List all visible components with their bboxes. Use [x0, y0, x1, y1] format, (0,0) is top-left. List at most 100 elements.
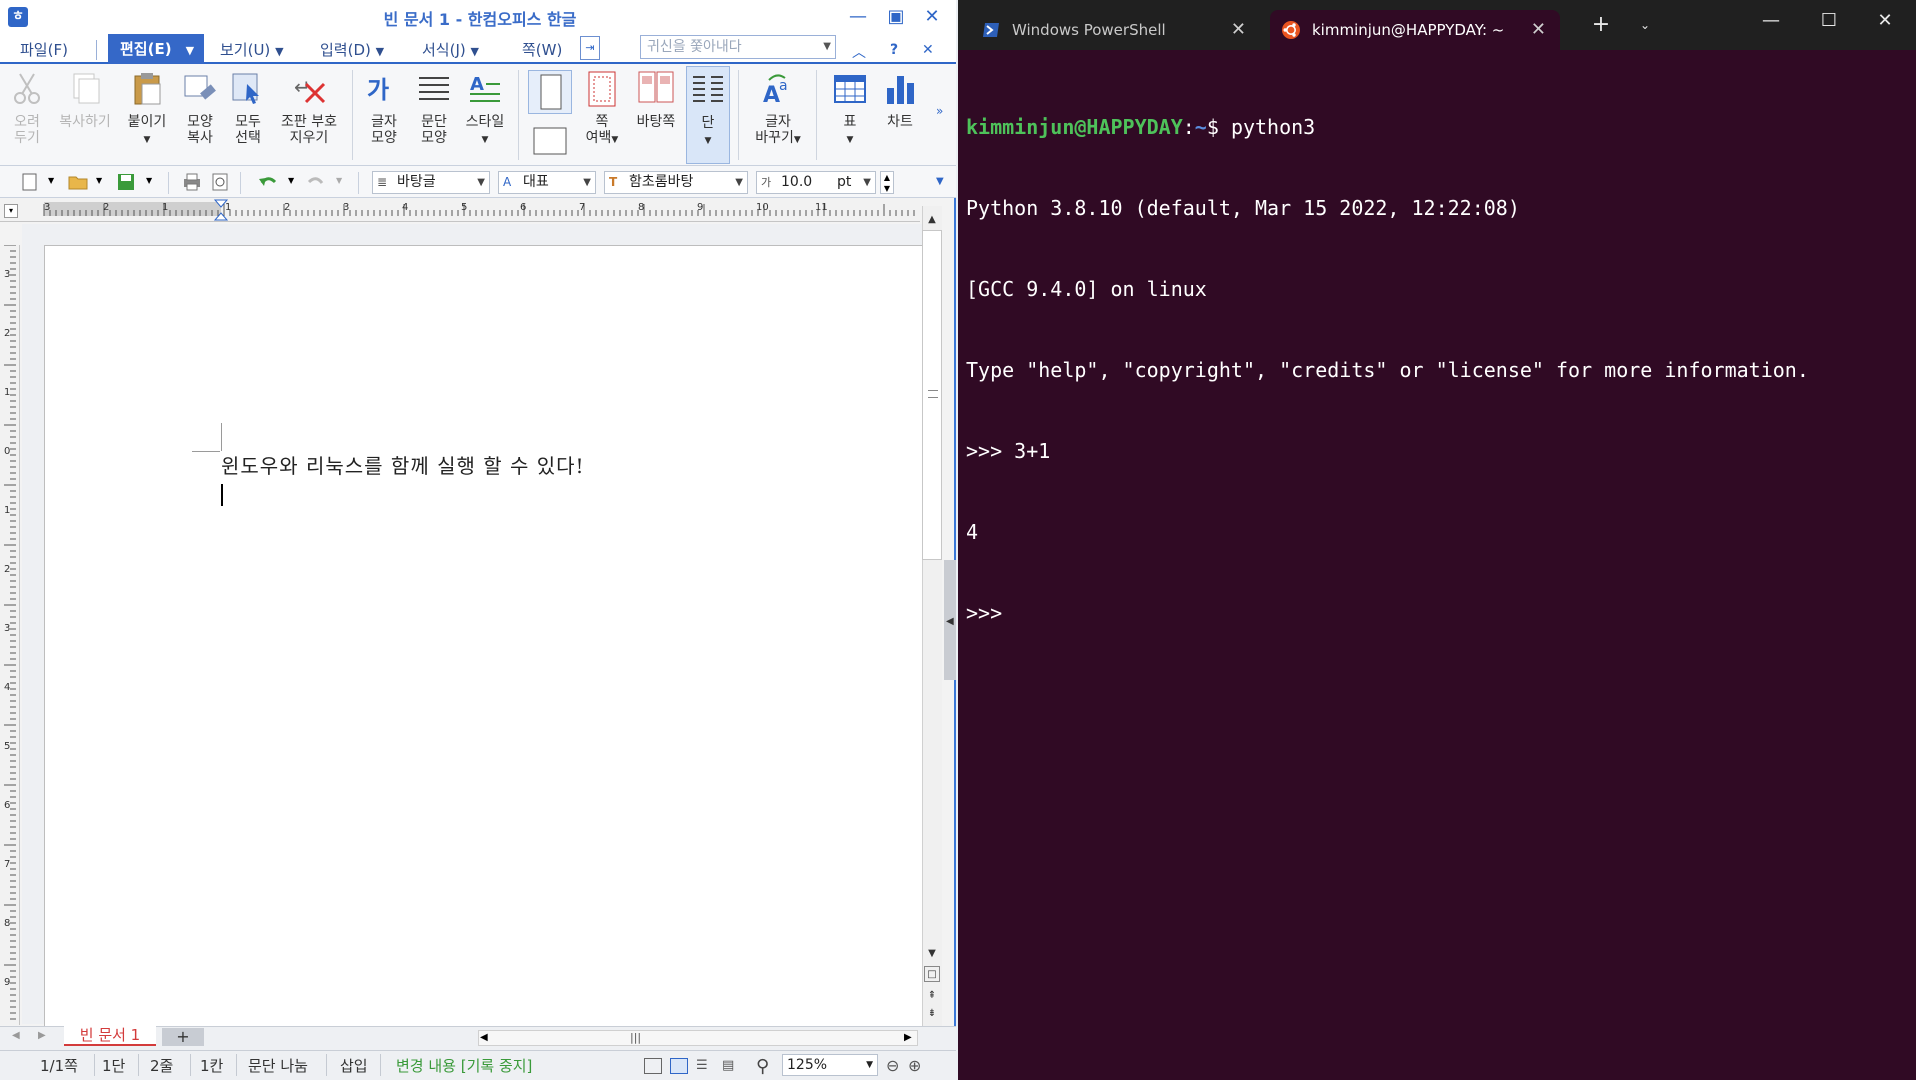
page-view-icon[interactable]: □: [924, 966, 940, 982]
chevron-down-icon: ▼: [846, 135, 854, 145]
ruler-label: 8: [4, 918, 10, 929]
view-draft-icon[interactable]: ▤: [722, 1058, 734, 1073]
chevron-down-icon[interactable]: ▼: [288, 176, 294, 185]
minimize-icon[interactable]: —: [1748, 6, 1794, 36]
ruler-label: 0: [4, 446, 10, 457]
maximize-icon[interactable]: ▣: [878, 3, 914, 31]
terminal-line: Type "help", "copyright", "credits" or "…: [966, 358, 1809, 382]
terminal-tab-ubuntu[interactable]: kimminjun@HAPPYDAY: ~ ✕: [1270, 10, 1560, 50]
close-doc-icon[interactable]: ✕: [922, 42, 934, 58]
chevron-down-icon[interactable]: ▼: [336, 176, 342, 185]
zoom-select[interactable]: 125% ▼: [782, 1054, 878, 1076]
add-tab-button[interactable]: +: [162, 1028, 204, 1046]
zoom-in-icon[interactable]: ⊕: [908, 1056, 921, 1075]
para-shape-button[interactable]: 문단 모양: [412, 70, 456, 146]
chevron-down-icon[interactable]: ▼: [48, 176, 54, 185]
prev-page-icon[interactable]: ⇞: [924, 988, 940, 1004]
page-landscape-button[interactable]: [528, 124, 572, 158]
close-icon[interactable]: ✕: [1862, 6, 1908, 36]
menu-edit[interactable]: 편집(E) ▼: [108, 34, 204, 64]
change-char-button[interactable]: Aa 글자 바꾸기▼: [750, 70, 806, 148]
table-label: 표: [843, 114, 857, 130]
close-icon[interactable]: ✕: [914, 3, 950, 31]
scroll-up-icon[interactable]: ▲: [924, 212, 940, 228]
open-folder-icon[interactable]: [68, 173, 88, 191]
status-page[interactable]: 1/1쪽: [40, 1056, 78, 1076]
menu-input[interactable]: 입력(D) ▼: [320, 38, 384, 62]
next-page-icon[interactable]: ⇟: [924, 1006, 940, 1022]
close-tab-icon[interactable]: ✕: [1531, 10, 1546, 50]
select-all-button[interactable]: 모두 선택: [226, 70, 270, 146]
status-divider: [326, 1054, 327, 1076]
font-size-select[interactable]: 가 10.0 pt ▼: [756, 171, 876, 194]
format-painter-icon: [184, 75, 216, 100]
table-button[interactable]: 표 ▼: [828, 70, 872, 148]
minimize-icon[interactable]: —: [840, 3, 876, 31]
tab-dropdown-icon[interactable]: ⌄: [1622, 10, 1668, 40]
chevron-down-icon[interactable]: ▼: [146, 176, 152, 185]
master-page-button[interactable]: 바탕쪽: [630, 70, 682, 130]
document-text[interactable]: 윈도우와 리눅스를 함께 실행 할 수 있다!: [221, 450, 585, 479]
page-portrait-button[interactable]: [528, 70, 572, 114]
language-select[interactable]: A 대표 ▼: [498, 171, 596, 194]
menu-view[interactable]: 보기(U) ▼: [220, 38, 284, 62]
page-margin-button[interactable]: 쪽 여백▼: [580, 70, 624, 148]
toolbar-more-icon[interactable]: ▼: [936, 176, 944, 187]
new-doc-icon[interactable]: [20, 173, 40, 191]
columns-button[interactable]: 단 ▼: [686, 66, 730, 164]
search-input[interactable]: 귀신을 쫓아내다 ▼: [640, 35, 836, 59]
redo-icon[interactable]: [306, 173, 326, 191]
terminal-output[interactable]: kimminjun@HAPPYDAY:~$ python3 Python 3.8…: [966, 60, 1906, 654]
scroll-down-icon[interactable]: ▼: [924, 946, 940, 962]
clear-marks-button[interactable]: ↵ 조판 부호 지우기: [274, 70, 344, 146]
style-button[interactable]: A 스타일 ▼: [460, 70, 510, 148]
close-tab-icon[interactable]: ✕: [1231, 10, 1246, 50]
char-shape-icon: 가: [367, 76, 389, 104]
terminal-tab-powershell[interactable]: Windows PowerShell ✕: [970, 10, 1260, 50]
tab-next-icon[interactable]: ▶: [38, 1030, 46, 1041]
zoom-icon[interactable]: ⚲: [756, 1056, 769, 1077]
view-page-icon[interactable]: [670, 1058, 688, 1074]
chevron-down-icon[interactable]: ▼: [96, 176, 102, 185]
ribbon-more-icon[interactable]: »: [936, 104, 943, 118]
status-track-changes[interactable]: 변경 내용 [기록 중지]: [396, 1056, 532, 1076]
paste-button[interactable]: 붙이기 ▼: [122, 70, 172, 148]
collapse-ribbon-icon[interactable]: ︿: [852, 42, 866, 62]
expand-menu-icon[interactable]: ⇥: [580, 36, 600, 60]
hwp-app-icon[interactable]: ㅎ: [8, 7, 28, 27]
cut-button[interactable]: 오려 두기: [6, 70, 48, 146]
print-icon[interactable]: [182, 173, 202, 191]
view-outline-icon[interactable]: ☰: [696, 1058, 708, 1073]
horizontal-ruler[interactable]: 3 2 1 1 2 3 4 5 6 7 8 9 10 11: [0, 198, 920, 222]
scroll-left-icon[interactable]: ◀: [480, 1032, 488, 1043]
chart-button[interactable]: 차트: [878, 70, 922, 130]
menu-file[interactable]: 파일(F): [20, 38, 68, 62]
view-normal-icon[interactable]: [644, 1058, 662, 1074]
save-icon[interactable]: [116, 173, 136, 191]
status-insert-mode[interactable]: 삽입: [340, 1056, 368, 1076]
copy-button[interactable]: 복사하기: [54, 70, 116, 130]
menu-page[interactable]: 쪽(W): [522, 38, 562, 62]
menu-format[interactable]: 서식(J) ▼: [422, 38, 479, 62]
char-shape-button[interactable]: 가 글자 모양: [362, 70, 406, 146]
undo-icon[interactable]: [258, 173, 278, 191]
clear-marks-icon: ↵: [294, 75, 326, 104]
style-label: 스타일: [465, 114, 505, 130]
style-select[interactable]: ≣ 바탕글 ▼: [372, 171, 490, 194]
scroll-right-icon[interactable]: ▶: [904, 1032, 912, 1043]
print-preview-icon[interactable]: [210, 173, 230, 191]
font-size-stepper[interactable]: ▲ ▼: [880, 171, 894, 194]
new-tab-icon[interactable]: +: [1578, 10, 1624, 40]
zoom-out-icon[interactable]: ⊖: [886, 1056, 899, 1075]
maximize-icon[interactable]: ☐: [1806, 6, 1852, 36]
tab-prev-icon[interactable]: ◀: [12, 1030, 20, 1041]
horizontal-scrollbar[interactable]: [478, 1030, 918, 1046]
document-page[interactable]: [44, 245, 922, 1035]
document-tab[interactable]: 빈 문서 1: [64, 1024, 156, 1046]
tab-stop-selector[interactable]: ▾: [4, 204, 18, 218]
vertical-ruler[interactable]: 3 2 1 0 1 2 3 4 5 6 7 8 9: [0, 244, 20, 1025]
help-icon[interactable]: ?: [890, 42, 898, 58]
chevron-down-icon: ▼: [735, 177, 743, 188]
font-select[interactable]: T 함초롬바탕 ▼: [604, 171, 748, 194]
format-copy-button[interactable]: 모양 복사: [178, 70, 222, 146]
